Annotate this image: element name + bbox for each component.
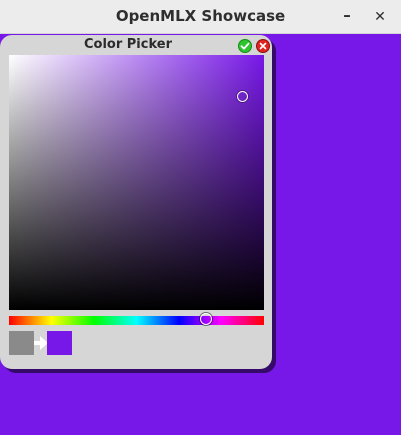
window-titlebar[interactable]: OpenMLX Showcase – ✕ bbox=[0, 0, 401, 34]
hue-slider-handle[interactable] bbox=[200, 313, 212, 325]
new-color-swatch bbox=[47, 331, 72, 355]
confirm-button[interactable] bbox=[238, 39, 252, 53]
dialog-title: Color Picker bbox=[83, 37, 172, 52]
minimize-button[interactable]: – bbox=[336, 4, 358, 26]
hue-slider[interactable] bbox=[9, 316, 264, 325]
cancel-button[interactable] bbox=[256, 39, 270, 53]
close-icon bbox=[259, 42, 267, 50]
saturation-value-area[interactable] bbox=[9, 55, 264, 310]
close-window-button[interactable]: ✕ bbox=[369, 6, 391, 28]
previous-color-swatch bbox=[9, 331, 34, 355]
color-picker-dialog: Color Picker bbox=[0, 35, 272, 369]
check-icon bbox=[240, 42, 250, 50]
saturation-value-handle[interactable] bbox=[237, 91, 248, 102]
arrow-right-icon bbox=[34, 336, 48, 350]
